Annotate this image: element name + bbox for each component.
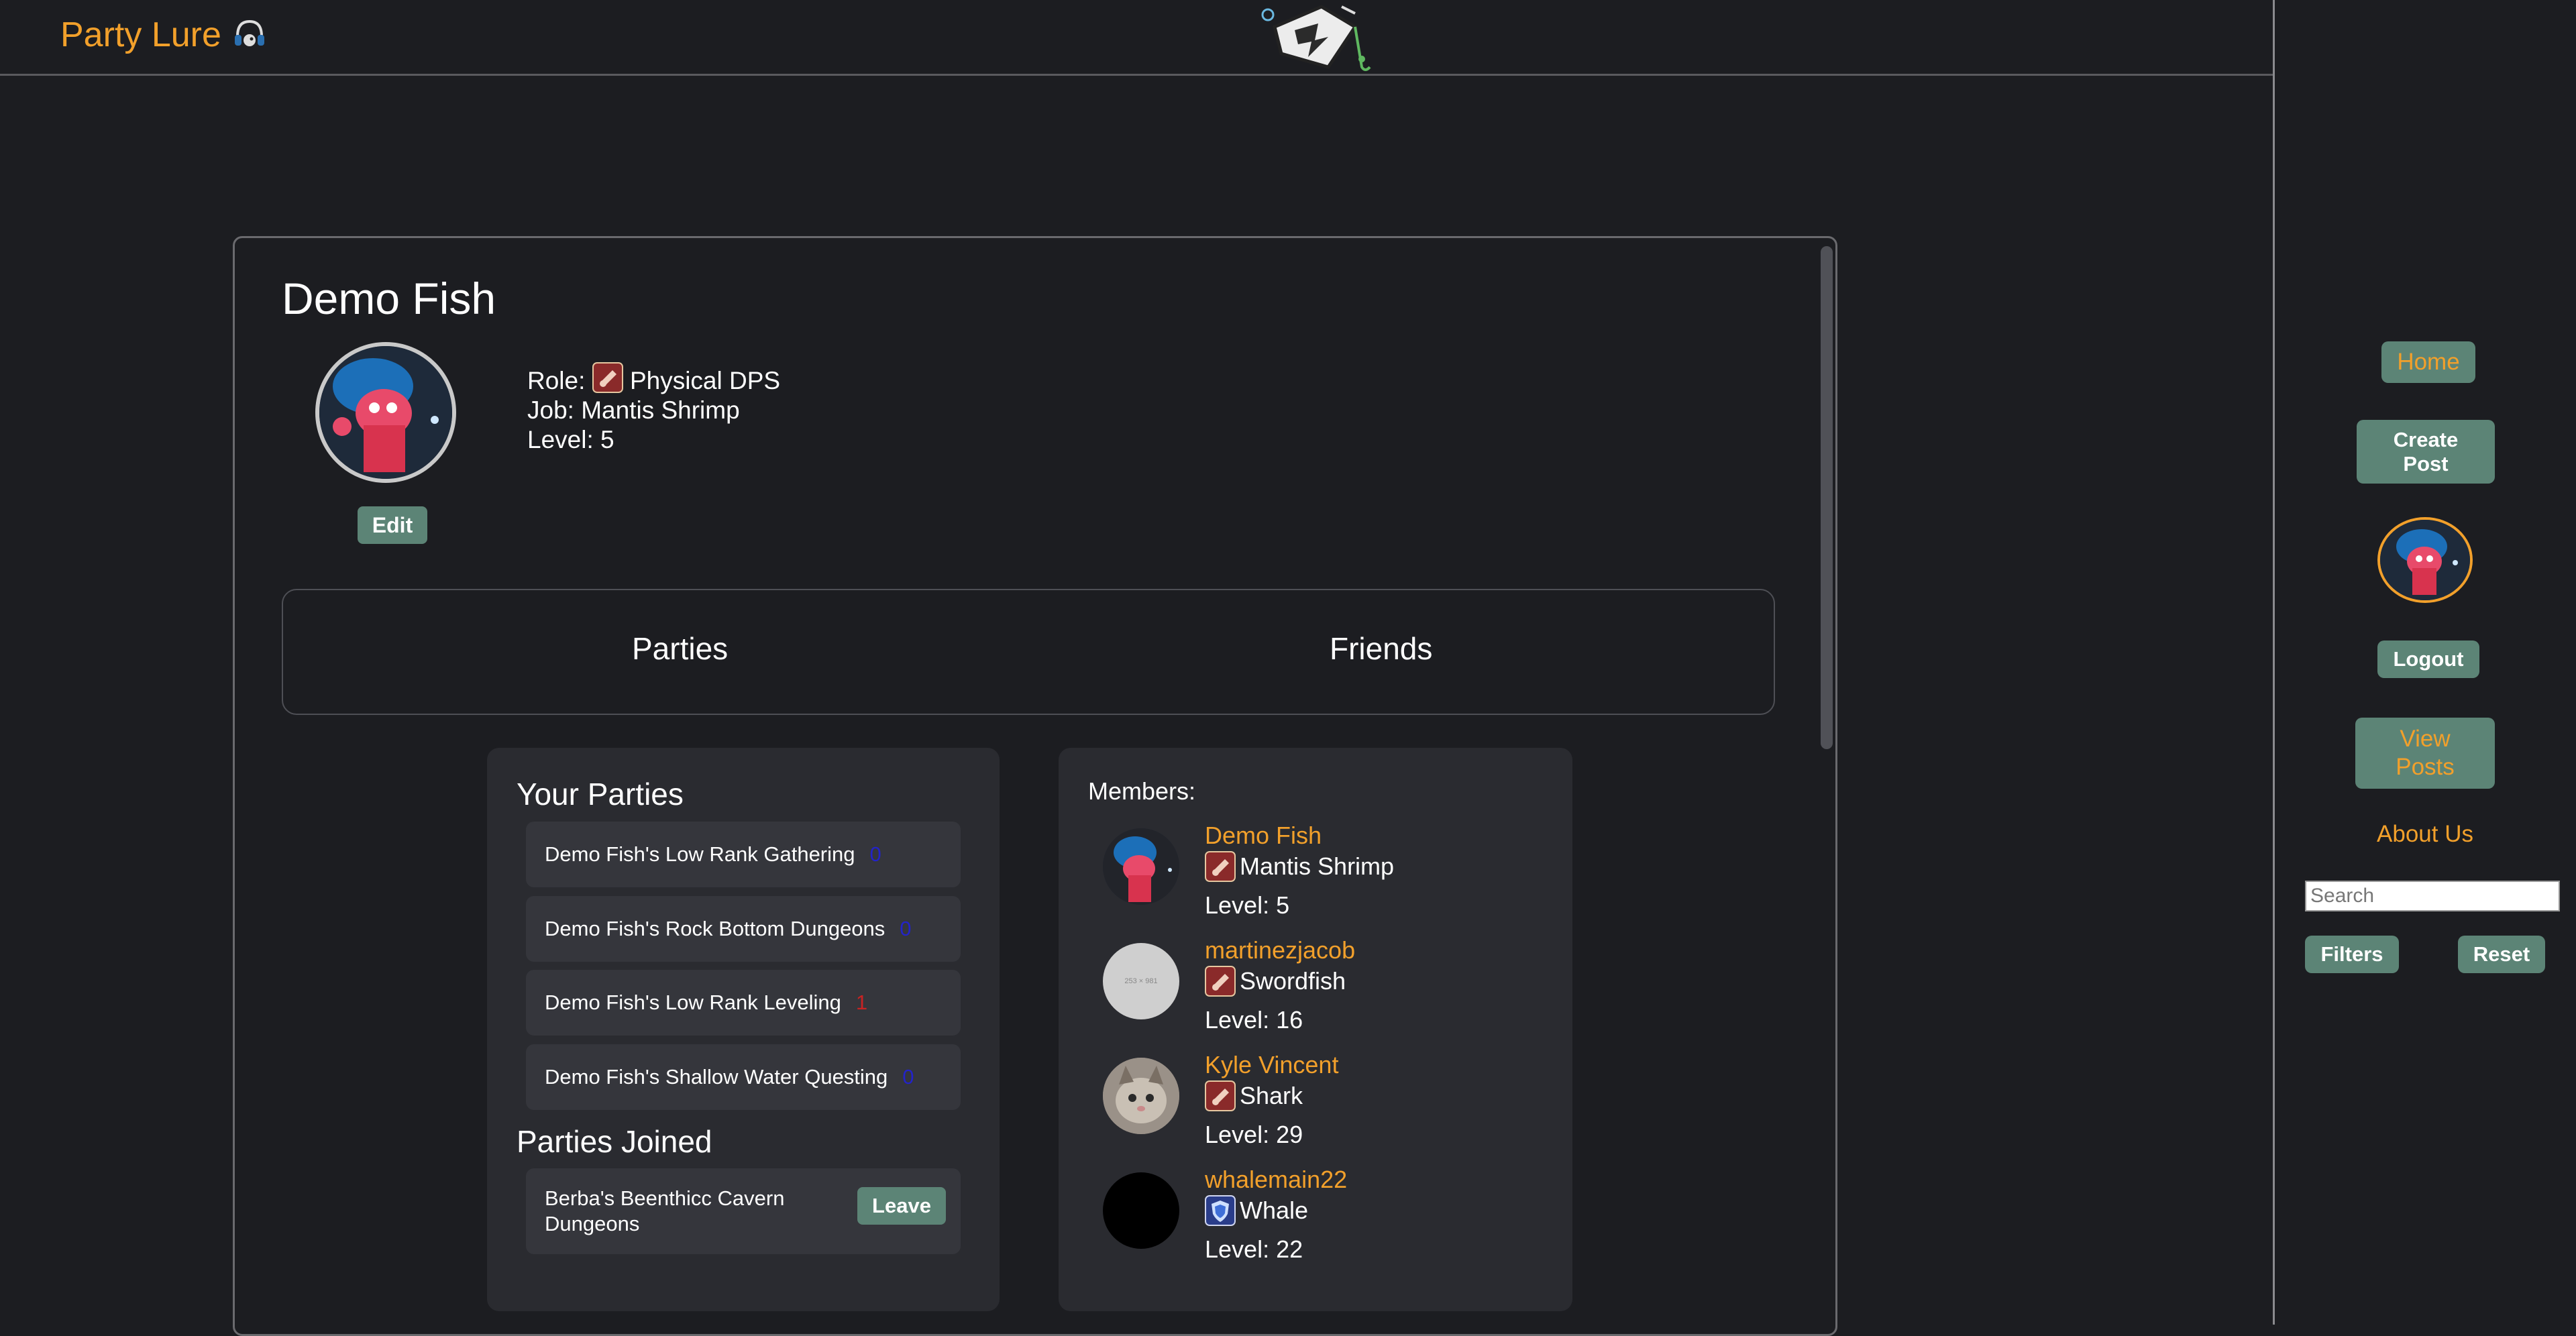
party-name: Demo Fish's Shallow Water Questing <box>545 1065 888 1089</box>
tab-parties[interactable]: Parties <box>632 630 728 667</box>
profile-info: Role: Physical DPS Job: Mantis Shrimp Le… <box>527 362 780 455</box>
headset-fish-icon <box>234 19 264 46</box>
squid-avatar-icon <box>1103 828 1179 905</box>
create-post-button[interactable]: Create Post <box>2357 420 2495 484</box>
level-label: Level: <box>527 426 594 453</box>
fish-lure-logo-icon[interactable] <box>1254 0 1382 75</box>
member-job-label: Whale <box>1240 1196 1309 1224</box>
role-row: Role: Physical DPS <box>527 362 780 396</box>
party-name: Demo Fish's Rock Bottom Dungeons <box>545 917 885 940</box>
your-parties-heading: Your Parties <box>517 777 684 812</box>
brand-link[interactable]: Party Lure <box>60 15 268 55</box>
party-name: Demo Fish's Low Rank Leveling <box>545 991 841 1014</box>
parties-panel: Your Parties Demo Fish's Low Rank Gather… <box>487 748 1000 1311</box>
member-job: Whale <box>1205 1195 1308 1226</box>
member-job-label: Mantis Shrimp <box>1240 852 1395 880</box>
home-button[interactable]: Home <box>2381 341 2475 383</box>
job-row: Job: Mantis Shrimp <box>527 396 780 425</box>
member-job-label: Swordfish <box>1240 967 1346 995</box>
logout-button[interactable]: Logout <box>2377 641 2479 678</box>
job-label: Job: <box>527 396 574 424</box>
top-nav: Party Lure <box>0 0 2273 76</box>
member-avatar <box>1103 1058 1179 1134</box>
view-posts-button[interactable]: View Posts <box>2355 718 2495 789</box>
member-name[interactable]: martinezjacob <box>1205 936 1355 964</box>
cat-avatar-icon <box>1103 1058 1179 1134</box>
physical-dps-icon <box>1205 851 1236 882</box>
edit-profile-button[interactable]: Edit <box>358 506 427 544</box>
member-job: Shark <box>1205 1080 1303 1111</box>
member-level: Level: 5 <box>1205 891 1290 919</box>
member-level: Level: 22 <box>1205 1235 1303 1263</box>
member-avatar <box>1103 1172 1179 1249</box>
party-member-count: 1 <box>855 991 868 1014</box>
level-row: Level: 5 <box>527 425 780 455</box>
party-item[interactable]: Demo Fish's Shallow Water Questing 0 <box>526 1044 961 1110</box>
joined-party-item[interactable]: Berba's Beenthicc Cavern Dungeons Leave <box>526 1168 961 1254</box>
physical-dps-icon <box>1205 1080 1236 1111</box>
search-input[interactable] <box>2305 881 2560 911</box>
member-name[interactable]: Demo Fish <box>1205 822 1322 850</box>
member-job-label: Shark <box>1240 1082 1303 1109</box>
profile-avatar <box>315 342 456 483</box>
member-avatar: 253 × 981 <box>1103 943 1179 1019</box>
member-avatar <box>1103 828 1179 905</box>
about-us-link[interactable]: About Us <box>2375 821 2475 848</box>
brand-label: Party Lure <box>60 15 221 54</box>
party-member-count: 0 <box>902 1065 914 1089</box>
members-panel: Members: Demo Fish Mantis Shrimp Level: … <box>1059 748 1572 1311</box>
sidebar-avatar[interactable] <box>2377 517 2473 603</box>
member-name[interactable]: Kyle Vincent <box>1205 1051 1338 1079</box>
profile-name: Demo Fish <box>282 274 496 323</box>
parties-joined-heading: Parties Joined <box>517 1124 712 1159</box>
member-job: Mantis Shrimp <box>1205 851 1394 882</box>
role-value: Physical DPS <box>629 367 781 394</box>
tank-shield-icon <box>1205 1195 1236 1226</box>
reset-button[interactable]: Reset <box>2458 936 2545 973</box>
member-name[interactable]: whalemain22 <box>1205 1166 1347 1194</box>
filters-button[interactable]: Filters <box>2305 936 2399 973</box>
party-name: Demo Fish's Low Rank Gathering <box>545 842 855 866</box>
member-level: Level: 29 <box>1205 1121 1303 1148</box>
profile-card: Demo Fish Edit Role: Physical DPS Job: M… <box>233 236 1837 1336</box>
tab-friends[interactable]: Friends <box>1330 630 1432 667</box>
job-value: Mantis Shrimp <box>581 396 740 424</box>
level-value: 5 <box>600 426 614 453</box>
party-member-count: 0 <box>900 917 912 940</box>
party-member-count: 0 <box>869 842 881 866</box>
scrollbar-thumb[interactable] <box>1821 246 1833 749</box>
profile-tabs: Parties Friends <box>282 589 1775 715</box>
members-heading: Members: <box>1088 777 1196 805</box>
party-item[interactable]: Demo Fish's Low Rank Leveling 1 <box>526 970 961 1036</box>
joined-party-name: Berba's Beenthicc Cavern Dungeons <box>545 1186 785 1235</box>
member-level: Level: 16 <box>1205 1006 1303 1034</box>
party-item[interactable]: Demo Fish's Rock Bottom Dungeons 0 <box>526 896 961 962</box>
squid-avatar-icon <box>319 346 452 479</box>
role-label: Role: <box>527 367 586 394</box>
party-item[interactable]: Demo Fish's Low Rank Gathering 0 <box>526 822 961 887</box>
member-job: Swordfish <box>1205 966 1346 997</box>
physical-dps-icon <box>1205 966 1236 997</box>
physical-dps-icon <box>592 362 623 393</box>
avatar-placeholder-text: 253 × 981 <box>1124 977 1158 985</box>
leave-party-button[interactable]: Leave <box>857 1187 946 1225</box>
